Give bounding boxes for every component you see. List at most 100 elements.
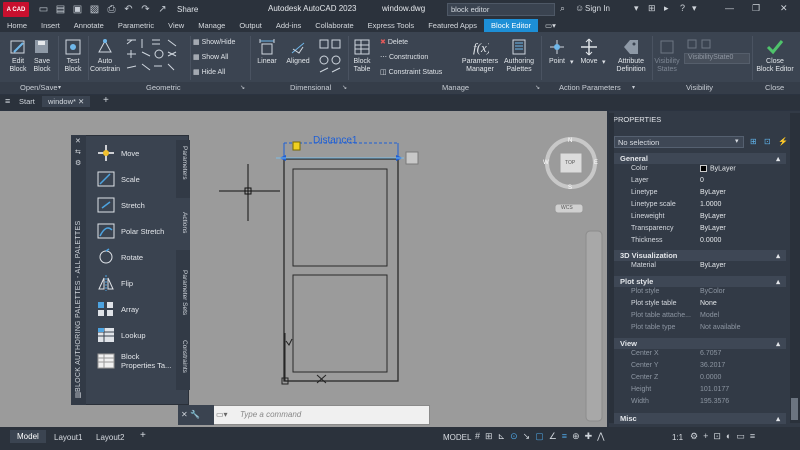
property-value[interactable]: ByLayer xyxy=(700,213,726,220)
section-view[interactable]: View ▴ xyxy=(614,338,786,349)
construction-button[interactable]: ⋯ Construction xyxy=(380,53,428,61)
property-row[interactable]: Material ByLayer xyxy=(612,262,788,274)
redo-icon[interactable]: ↷ xyxy=(137,4,154,15)
ribbon-tab-add-ins[interactable]: Add-ins xyxy=(269,19,308,32)
apps-icon[interactable]: ⊞ xyxy=(648,3,656,14)
section-plot-style[interactable]: Plot style ▴ xyxy=(614,276,786,287)
authoring-palettes-button[interactable]: Authoring Palettes xyxy=(500,38,538,74)
palette-item-array[interactable]: Array xyxy=(96,300,139,318)
new-layout-icon[interactable]: + xyxy=(140,430,146,441)
test-block-button[interactable]: Test Block xyxy=(61,38,85,74)
toggle-pickadd-icon[interactable]: ⊞ xyxy=(750,137,757,146)
property-value[interactable]: 0 xyxy=(700,177,704,184)
property-value[interactable]: ByColor xyxy=(700,288,725,295)
command-input[interactable]: Type a command xyxy=(240,410,301,419)
section-misc[interactable]: Misc ▴ xyxy=(614,413,786,424)
collapse-icon[interactable]: ▴ xyxy=(776,413,780,424)
show-all-button[interactable]: ▦ Show All xyxy=(193,53,228,61)
block-table-button[interactable]: Block Table xyxy=(350,38,374,74)
annotation-scale[interactable]: 1:1 xyxy=(672,433,683,442)
visibility-states-button[interactable]: Visibility States xyxy=(652,38,682,74)
dimensional-expand-icon[interactable]: ↘ xyxy=(342,84,347,91)
property-value[interactable]: 36.2017 xyxy=(700,362,725,369)
model-space-button[interactable]: MODEL xyxy=(443,433,471,442)
tab-layout2[interactable]: Layout2 xyxy=(96,433,124,442)
tab-window[interactable]: window* ✕ xyxy=(42,96,91,107)
signin-button[interactable]: Sign In xyxy=(585,4,610,13)
palette-menu-icon[interactable]: ▤ xyxy=(75,391,82,399)
help-dropdown-icon[interactable]: ▾ xyxy=(692,3,697,14)
viewcube-west[interactable]: W xyxy=(543,160,549,166)
menu-icon[interactable]: ≡ xyxy=(5,96,10,106)
geometric-expand-icon[interactable]: ↘ xyxy=(240,84,245,91)
learn-icon[interactable]: ▸ xyxy=(664,3,669,14)
property-row[interactable]: Center Y 36.2017 xyxy=(612,362,788,374)
viewcube-north[interactable]: N xyxy=(568,138,572,144)
wcs-label[interactable]: WCS xyxy=(561,205,573,211)
property-row[interactable]: Plot table attache... Model xyxy=(612,312,788,324)
move-action-button[interactable]: Move xyxy=(576,38,602,66)
auto-constrain-button[interactable]: Auto Constrain xyxy=(88,38,122,74)
search-icon[interactable]: ⌕ xyxy=(560,3,565,14)
ribbon-tab-view[interactable]: View xyxy=(161,19,191,32)
geometric-constraints-grid[interactable] xyxy=(124,36,190,80)
save-block-button[interactable]: Save Block xyxy=(30,38,54,74)
search-input[interactable]: block editor xyxy=(447,3,555,16)
ribbon-tab-manage[interactable]: Manage xyxy=(191,19,232,32)
move-dropdown-icon[interactable]: ▾ xyxy=(602,58,606,66)
delete-constraints-button[interactable]: ✖ Delete xyxy=(380,38,408,46)
open-icon[interactable]: ▤ xyxy=(52,4,69,15)
status-tools[interactable]: ⚙+⊡◐▭≡ xyxy=(690,431,760,442)
share-icon[interactable]: ↗ xyxy=(154,4,171,15)
aligned-button[interactable]: Aligned xyxy=(283,38,313,66)
property-row[interactable]: Height 101.0177 xyxy=(612,386,788,398)
tab-layout1[interactable]: Layout1 xyxy=(54,433,82,442)
property-value[interactable]: ByLayer xyxy=(700,262,726,269)
command-history-icon[interactable]: ▭▾ xyxy=(216,410,228,419)
palette-item-stretch[interactable]: Stretch xyxy=(96,196,145,214)
new-icon[interactable]: ▭ xyxy=(35,4,52,15)
ribbon-tab-collaborate[interactable]: Collaborate xyxy=(308,19,360,32)
panel-action-parameters-label[interactable]: Action Parameters xyxy=(559,83,621,92)
selection-dropdown[interactable]: No selection xyxy=(614,136,744,148)
collapse-icon[interactable]: ▴ xyxy=(776,153,780,164)
undo-icon[interactable]: ↶ xyxy=(120,4,137,15)
tab-start[interactable]: Start xyxy=(19,97,35,106)
palette-item-polar-stretch[interactable]: Polar Stretch xyxy=(96,222,164,240)
close-command-icon[interactable]: ✕ xyxy=(181,410,188,419)
help-icon[interactable]: ? xyxy=(680,3,685,13)
ribbon-tab-block-editor[interactable]: Block Editor xyxy=(483,19,539,32)
property-row[interactable]: Center Z 0.0000 xyxy=(612,374,788,386)
property-row[interactable]: Lineweight ByLayer xyxy=(612,213,788,225)
close-icon[interactable]: ✕ xyxy=(780,3,788,14)
save-icon[interactable]: ▣ xyxy=(69,4,86,15)
saveas-icon[interactable]: ▧ xyxy=(86,4,103,15)
ribbon-tab-home[interactable]: Home xyxy=(0,19,34,32)
property-value[interactable]: ByLayer xyxy=(700,165,736,172)
palette-item-scale[interactable]: Scale xyxy=(96,170,140,188)
edit-block-button[interactable]: Edit Block xyxy=(6,38,30,74)
ribbon-tab-featured-apps[interactable]: Featured Apps xyxy=(421,19,484,32)
tab-parameters[interactable]: Parameters xyxy=(181,146,188,180)
close-tab-icon[interactable]: ✕ xyxy=(78,97,84,106)
property-row[interactable]: Linetype scale 1.0000 xyxy=(612,201,788,213)
collapse-icon[interactable]: ▴ xyxy=(776,276,780,287)
property-value[interactable]: ByLayer xyxy=(700,189,726,196)
property-value[interactable]: 6.7057 xyxy=(700,350,721,357)
property-value[interactable]: None xyxy=(700,300,717,307)
ribbon-tab-annotate[interactable]: Annotate xyxy=(67,19,111,32)
property-value[interactable]: Not available xyxy=(700,324,740,331)
palette-item-move[interactable]: Move xyxy=(96,144,139,162)
status-toggles[interactable]: #⊞⊾⊙↘▢∠≡⊕✚⋀ xyxy=(475,431,610,442)
open-save-dropdown-icon[interactable]: ▾ xyxy=(58,84,61,91)
visibility-state-select[interactable]: VisibilityState0 xyxy=(684,53,750,64)
property-row[interactable]: Thickness 0.0000 xyxy=(612,237,788,249)
ribbon-tab-output[interactable]: Output xyxy=(232,19,269,32)
app-logo[interactable]: A CAD xyxy=(3,2,29,17)
point-parameter-button[interactable]: Point xyxy=(544,38,570,66)
properties-scrollbar[interactable] xyxy=(790,113,800,423)
palette-item-block-properties-table[interactable]: Block Properties Ta... xyxy=(96,352,171,370)
ribbon-tab-parametric[interactable]: Parametric xyxy=(111,19,161,32)
property-row[interactable]: Plot style ByColor xyxy=(612,288,788,300)
property-value[interactable]: Model xyxy=(700,312,719,319)
